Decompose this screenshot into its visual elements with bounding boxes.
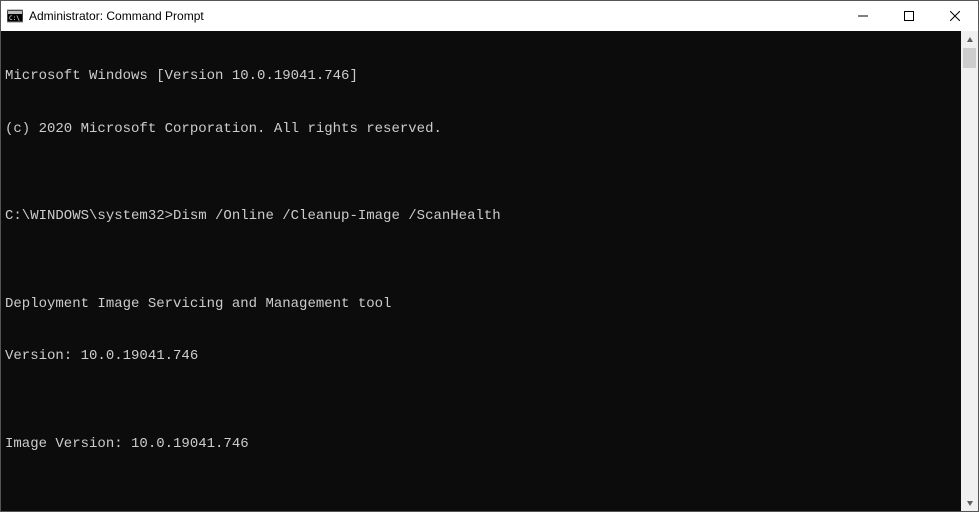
terminal-line: Microsoft Windows [Version 10.0.19041.74… <box>5 68 957 86</box>
cmd-icon: C:\ <box>7 8 23 24</box>
titlebar-left: C:\ Administrator: Command Prompt <box>7 8 204 24</box>
svg-text:C:\: C:\ <box>9 15 20 22</box>
scroll-up-arrow-icon[interactable] <box>961 31 978 48</box>
scroll-track[interactable] <box>961 48 978 494</box>
terminal-line: Deployment Image Servicing and Managemen… <box>5 296 957 314</box>
scroll-down-arrow-icon[interactable] <box>961 494 978 511</box>
vertical-scrollbar[interactable] <box>961 31 978 511</box>
titlebar[interactable]: C:\ Administrator: Command Prompt <box>1 1 978 31</box>
terminal-line: Version: 10.0.19041.746 <box>5 348 957 366</box>
terminal-line: (c) 2020 Microsoft Corporation. All righ… <box>5 121 957 139</box>
maximize-button[interactable] <box>886 1 932 31</box>
close-button[interactable] <box>932 1 978 31</box>
window-controls <box>840 1 978 31</box>
window-title: Administrator: Command Prompt <box>29 9 204 23</box>
scroll-thumb[interactable] <box>963 48 976 68</box>
terminal-output[interactable]: Microsoft Windows [Version 10.0.19041.74… <box>1 31 961 511</box>
command-prompt-window: C:\ Administrator: Command Prompt Micros… <box>0 0 979 512</box>
minimize-button[interactable] <box>840 1 886 31</box>
terminal-line: Image Version: 10.0.19041.746 <box>5 436 957 454</box>
terminal-line: C:\WINDOWS\system32>Dism /Online /Cleanu… <box>5 208 957 226</box>
content-wrap: Microsoft Windows [Version 10.0.19041.74… <box>1 31 978 511</box>
